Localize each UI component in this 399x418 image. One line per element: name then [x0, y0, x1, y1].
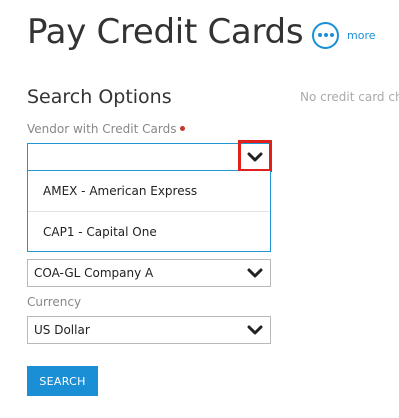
currency-label: Currency	[27, 295, 82, 309]
ellipsis-icon	[312, 21, 339, 49]
search-button[interactable]: SEARCH	[27, 366, 98, 396]
currency-select-value: US Dollar	[34, 323, 90, 337]
dropdown-option-cap1[interactable]: CAP1 - Capital One	[28, 211, 270, 251]
no-credit-card-message: No credit card cha	[300, 90, 399, 104]
vendor-dropdown-list: AMEX - American Express CAP1 - Capital O…	[27, 171, 271, 252]
vendor-select[interactable]	[27, 143, 271, 171]
dropdown-option-amex[interactable]: AMEX - American Express	[28, 171, 270, 211]
company-select-value: COA-GL Company A	[34, 266, 154, 280]
vendor-field-label: Vendor with Credit Cards	[27, 122, 186, 136]
currency-select[interactable]: US Dollar	[27, 316, 271, 344]
chevron-down-icon[interactable]	[247, 267, 263, 279]
search-options-heading: Search Options	[27, 86, 172, 108]
chevron-down-icon[interactable]	[247, 324, 263, 336]
page-title: Pay Credit Cards	[27, 12, 304, 52]
more-label: more	[347, 28, 376, 42]
company-select[interactable]: COA-GL Company A	[27, 259, 271, 287]
chevron-down-icon[interactable]	[247, 151, 263, 163]
required-indicator-icon	[180, 126, 186, 131]
more-button[interactable]: more	[312, 19, 376, 51]
vendor-label-text: Vendor with Credit Cards	[27, 122, 177, 136]
